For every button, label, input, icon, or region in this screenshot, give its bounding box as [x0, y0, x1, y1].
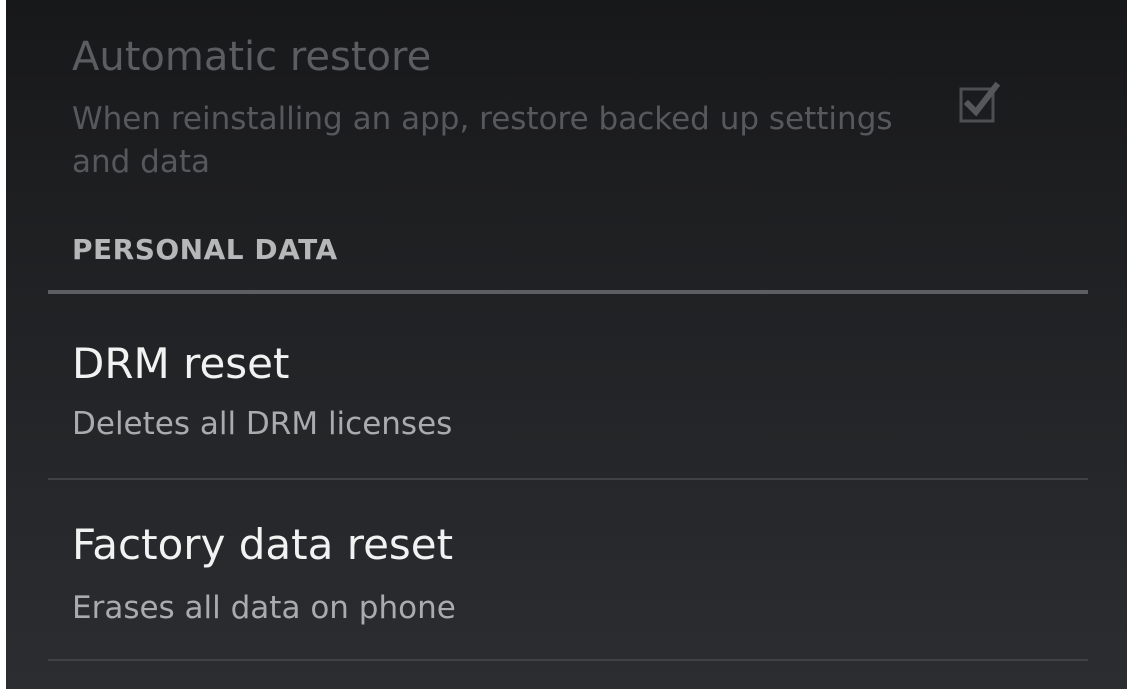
list-divider [48, 659, 1088, 661]
automatic-restore-title: Automatic restore [72, 34, 432, 80]
factory-data-reset-summary: Erases all data on phone [72, 590, 456, 626]
drm-reset-summary: Deletes all DRM licenses [72, 406, 453, 442]
settings-screen: Automatic restore When reinstalling an a… [6, 0, 1127, 689]
drm-reset-title: DRM reset [72, 339, 290, 388]
section-divider [48, 290, 1088, 294]
list-divider [48, 478, 1088, 480]
automatic-restore-preference[interactable]: Automatic restore When reinstalling an a… [6, 0, 1127, 208]
section-header-personal-data: PERSONAL DATA [72, 233, 338, 266]
automatic-restore-summary: When reinstalling an app, restore backed… [72, 101, 893, 180]
factory-data-reset-preference[interactable]: Factory data reset Erases all data on ph… [48, 484, 1088, 664]
checkbox-checked-icon [959, 81, 1001, 123]
factory-data-reset-title: Factory data reset [72, 520, 454, 569]
automatic-restore-checkbox[interactable] [958, 80, 1002, 124]
drm-reset-preference[interactable]: DRM reset Deletes all DRM licenses [48, 296, 1088, 482]
